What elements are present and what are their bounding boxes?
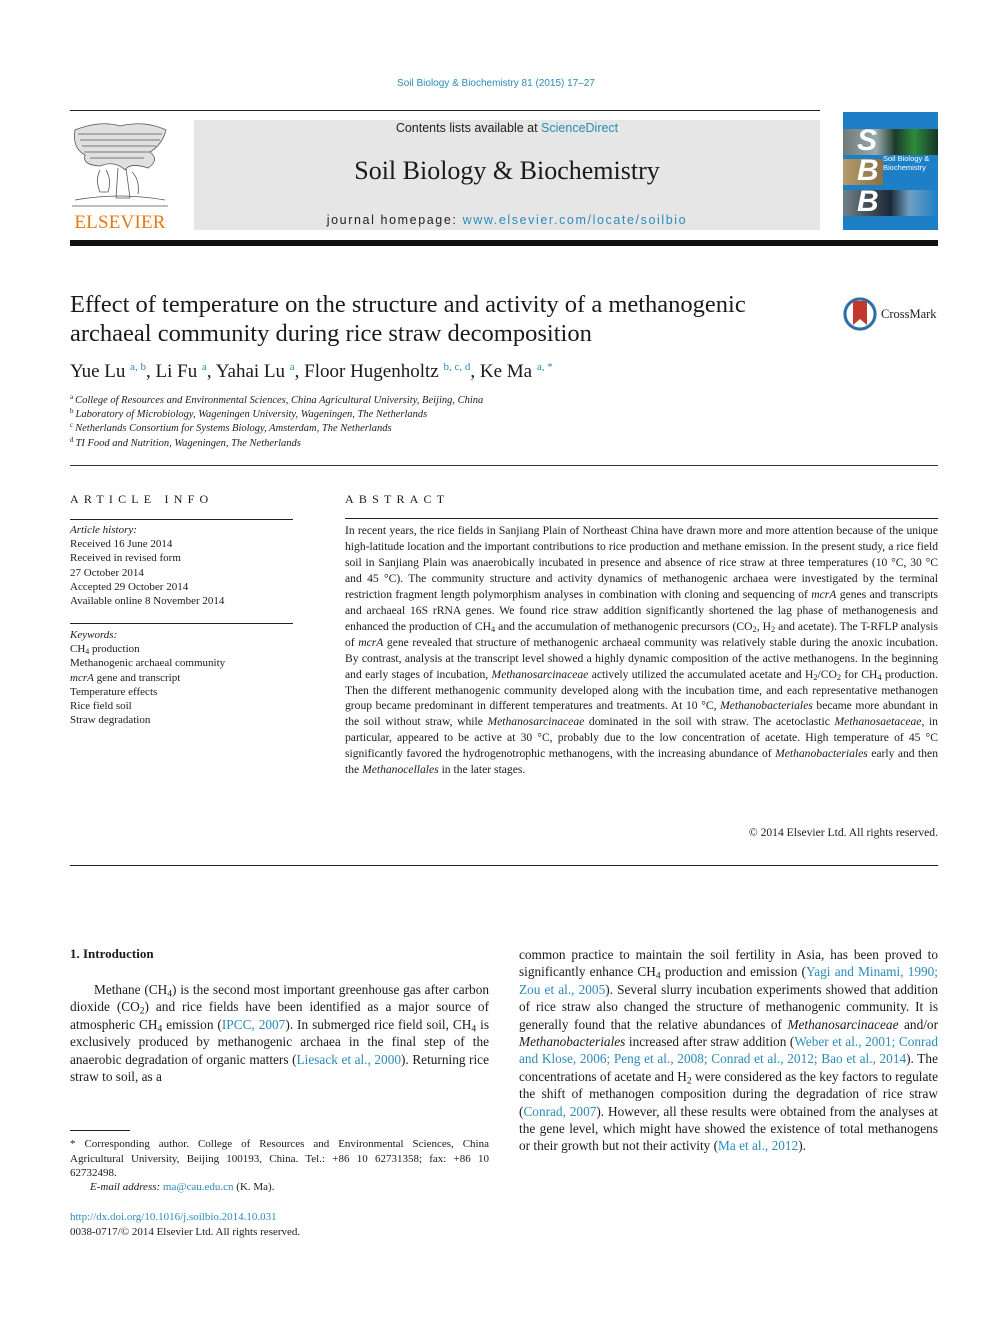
affiliation-key: c	[70, 421, 74, 430]
abstract-text: In recent years, the rice fields in Sanj…	[345, 524, 939, 777]
affiliation-text: College of Resources and Environmental S…	[75, 395, 484, 406]
body-column-right: common practice to maintain the soil fer…	[519, 947, 939, 1154]
email-line: E-mail address: ma@cau.edu.cn (K. Ma).	[90, 1181, 274, 1193]
crossmark-icon	[843, 297, 877, 331]
citation-link[interactable]: Liesack et al., 2000	[297, 1052, 401, 1067]
affiliation: b Laboratory of Microbiology, Wageningen …	[70, 408, 770, 422]
affiliation: a College of Resources and Environmental …	[70, 394, 770, 408]
section-divider	[70, 465, 938, 466]
keywords: Keywords: CH4 production Methanogenic ar…	[70, 628, 310, 727]
author-name: Yahai Lu	[215, 361, 286, 382]
history-item: Accepted 29 October 2014	[70, 580, 189, 593]
author-affiliation-marker[interactable]: b, c, d	[443, 361, 470, 373]
citation-link[interactable]: Conrad, 2007	[523, 1104, 596, 1119]
affiliation-text: Netherlands Consortium for Systems Biolo…	[75, 423, 392, 435]
journal-cover-thumbnail[interactable]: S B B Soil Biology & Biochemistry	[843, 112, 938, 230]
keyword: Methanogenic archaeal community	[70, 657, 226, 670]
affiliation-key: b	[70, 407, 74, 416]
email-suffix: (K. Ma).	[233, 1181, 275, 1193]
journal-masthead: Contents lists available at ScienceDirec…	[194, 120, 820, 230]
citation-link[interactable]: Yagi and Minami, 1990; Zou et al., 2005	[519, 964, 938, 996]
email-link[interactable]: ma@cau.edu.cn	[163, 1181, 234, 1193]
citation-link[interactable]: IPCC, 2007	[222, 1017, 285, 1032]
author-name: Yue Lu	[70, 361, 126, 382]
affiliation-key: a	[70, 393, 74, 401]
author[interactable]: Ke Ma a, *	[480, 361, 553, 382]
keyword: Rice field soil	[70, 700, 132, 713]
history-label: Article history:	[70, 524, 137, 536]
contents-prefix: Contents lists available at	[395, 121, 542, 135]
elsevier-tree-icon	[72, 123, 168, 207]
journal-citation-link[interactable]: Soil Biology & Biochemistry 81 (2015) 17…	[0, 78, 992, 89]
author[interactable]: Floor Hugenholtz b, c, d	[304, 361, 470, 382]
author-list: Yue Lu a, b, Li Fu a, Yahai Lu a, Floor …	[70, 361, 870, 383]
history-item: Available online 8 November 2014	[70, 595, 225, 608]
abstract-heading: ABSTRACT	[345, 492, 450, 506]
crossmark-badge[interactable]: CrossMark	[842, 296, 942, 334]
doi-link[interactable]: http://dx.doi.org/10.1016/j.soilbio.2014…	[70, 1211, 277, 1223]
author-name: Li Fu	[155, 361, 198, 382]
author-separator: ,	[294, 361, 305, 382]
abstract-end-divider	[70, 865, 938, 866]
keywords-label: Keywords:	[70, 629, 118, 641]
author-separator: ,	[470, 361, 480, 382]
article-history: Article history: Received 16 June 2014 R…	[70, 523, 310, 608]
article-info-divider	[70, 623, 293, 624]
affiliation-list: a College of Resources and Environmental …	[70, 394, 770, 451]
elsevier-wordmark: ELSEVIER	[74, 212, 166, 233]
citation-link[interactable]: Ma et al., 2012	[718, 1138, 798, 1153]
journal-name: Soil Biology & Biochemistry	[354, 156, 660, 185]
introduction-heading: 1. Introduction	[70, 946, 154, 961]
abstract-copyright: © 2014 Elsevier Ltd. All rights reserved…	[748, 826, 938, 839]
elsevier-logo[interactable]: ELSEVIER	[70, 120, 170, 233]
author[interactable]: Yahai Lu a	[216, 361, 295, 382]
cover-title: Soil Biology & Biochemistry	[883, 154, 929, 172]
author-separator: ,	[146, 361, 156, 382]
affiliation: c Netherlands Consortium for Systems Biol…	[70, 422, 770, 436]
contents-availability: Contents lists available at ScienceDirec…	[194, 121, 820, 135]
history-item: Received in revised form	[70, 552, 181, 565]
affiliation: d TI Food and Nutrition, Wageningen, The …	[70, 435, 770, 451]
author[interactable]: Yue Lu a, b	[70, 361, 146, 382]
affiliation-key: d	[70, 435, 74, 444]
author-affiliation-marker[interactable]: a, *	[537, 361, 553, 373]
article-info-heading: ARTICLE INFO	[70, 492, 214, 506]
cover-title-line: Biochemistry	[883, 162, 926, 172]
header-thick-divider	[70, 240, 938, 246]
corresponding-author-footnote: * Corresponding author. College of Resou…	[70, 1138, 489, 1179]
history-item: 27 October 2014	[70, 566, 144, 579]
homepage-prefix: journal homepage:	[326, 213, 463, 227]
author-affiliation-marker[interactable]: a, b	[130, 361, 146, 373]
footnote-divider	[70, 1130, 130, 1131]
article-title: Effect of temperature on the structure a…	[70, 291, 746, 347]
homepage-link[interactable]: www.elsevier.com/locate/soilbio	[463, 213, 688, 227]
affiliation-text: TI Food and Nutrition, Wageningen, The N…	[75, 437, 301, 449]
author-name: Floor Hugenholtz	[304, 361, 439, 382]
journal-homepage: journal homepage: www.elsevier.com/locat…	[194, 213, 820, 227]
author-name: Ke Ma	[479, 361, 533, 382]
crossmark-label: CrossMark	[881, 307, 937, 321]
body-column-left: Methane (CH4) is the second most importa…	[70, 982, 489, 1085]
keyword: mcrA gene and transcript	[70, 671, 181, 684]
issn-copyright: 0038-0717/© 2014 Elsevier Ltd. All right…	[70, 1226, 301, 1238]
history-item: Received 16 June 2014	[70, 538, 173, 551]
cover-letter: B	[857, 154, 879, 187]
header-divider	[70, 110, 820, 111]
sciencedirect-link[interactable]: ScienceDirect	[541, 121, 618, 135]
article-info-divider	[70, 519, 293, 520]
cover-letter: B	[857, 185, 879, 218]
abstract-divider	[345, 518, 938, 519]
keyword: Temperature effects	[70, 685, 158, 698]
affiliation-text: Laboratory of Microbiology, Wageningen U…	[75, 409, 428, 421]
keyword: Straw degradation	[70, 714, 151, 727]
keyword: CH4 production	[70, 643, 140, 657]
author[interactable]: Li Fu a	[156, 361, 207, 382]
cover-letter: S	[857, 124, 878, 157]
email-label: E-mail address:	[90, 1181, 163, 1193]
author-separator: ,	[206, 361, 216, 382]
